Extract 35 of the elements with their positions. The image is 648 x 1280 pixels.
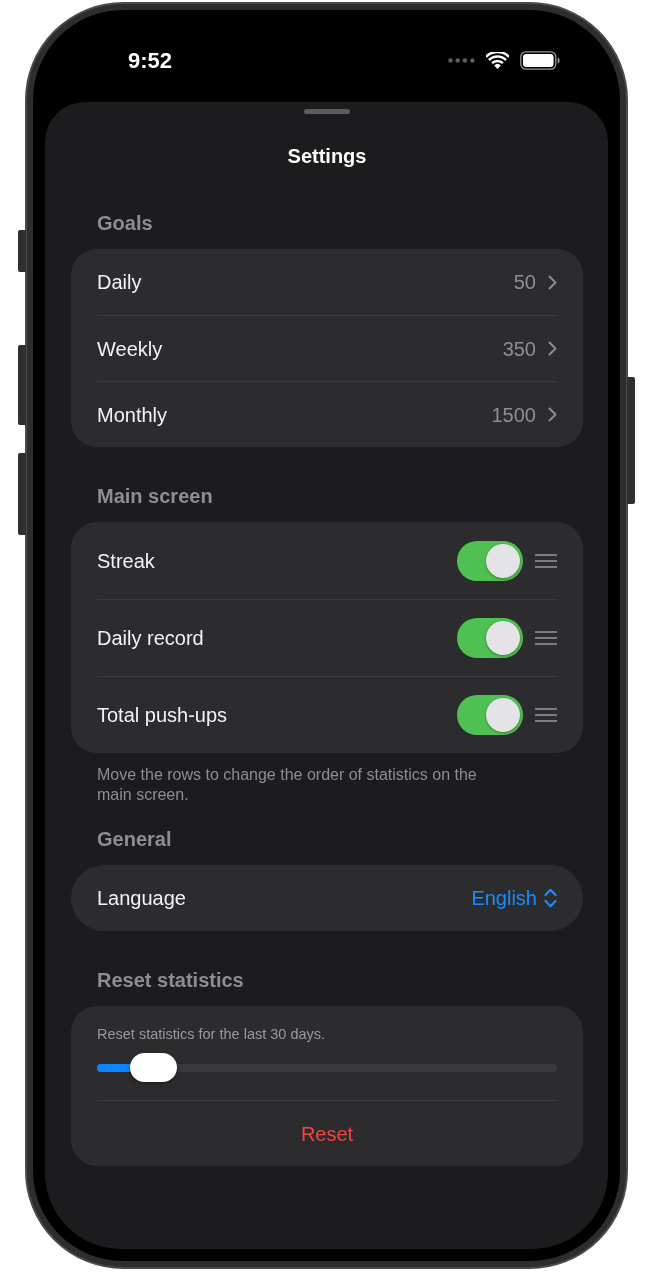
row-label: Weekly (97, 336, 163, 362)
row-value[interactable]: 350 (502, 333, 536, 364)
chevron-up-down-icon (544, 888, 557, 908)
drag-handle-icon[interactable] (535, 631, 557, 645)
reset-button[interactable]: Reset (97, 1101, 557, 1166)
toggle-switch[interactable] (457, 540, 523, 581)
wifi-icon (486, 51, 509, 69)
row-label: Total push-ups (97, 703, 228, 728)
slider-track[interactable] (97, 1053, 557, 1082)
section-header: Reset statistics (97, 968, 244, 993)
row-value[interactable]: 50 (513, 267, 536, 297)
row-label: Streak (97, 548, 155, 574)
toggle-switch[interactable] (457, 695, 523, 735)
row-label: Daily (97, 270, 142, 295)
chevron-right-icon (548, 274, 557, 290)
signal-icon (448, 57, 475, 63)
row-value[interactable]: 1500 (491, 399, 536, 430)
row-label: Language (97, 886, 186, 911)
language-picker[interactable]: English (471, 883, 557, 913)
chevron-right-icon (548, 407, 557, 422)
chevron-right-icon (548, 341, 557, 356)
row-label: Monthly (97, 402, 168, 428)
battery-icon (520, 50, 560, 70)
section-header: Main screen (97, 484, 213, 509)
section-header: General (97, 827, 172, 852)
sheet-title: Settings (287, 144, 367, 169)
drag-handle-icon[interactable] (535, 553, 557, 568)
section-footer-text: Move the rows to change the order of statistics on the main screen. (97, 765, 478, 805)
row-label: Daily record (97, 626, 204, 651)
slider-thumb[interactable] (130, 1053, 178, 1082)
slider-caption: Reset statistics for the last 30 days. (97, 1025, 327, 1043)
drag-handle-icon[interactable] (535, 708, 557, 722)
status-time: 9:52 (128, 46, 173, 75)
section-header: Goals (97, 211, 153, 236)
toggle-switch[interactable] (457, 618, 523, 658)
